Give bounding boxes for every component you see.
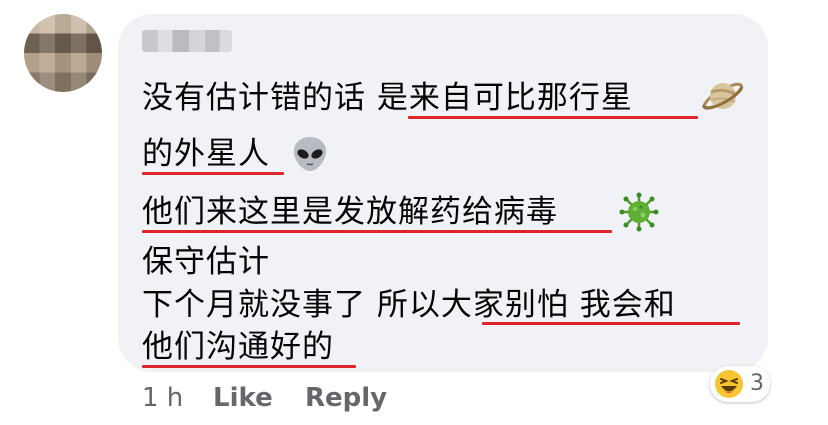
like-button[interactable]: Like xyxy=(213,382,273,414)
timestamp[interactable]: 1 h xyxy=(142,382,183,414)
virus-icon xyxy=(619,192,659,236)
comment-line-3: 他们来这里是发放解药给病毒 xyxy=(142,194,558,230)
underline-5 xyxy=(482,322,740,325)
avatar[interactable] xyxy=(24,14,102,92)
comment-line-6: 他们沟通好的 xyxy=(142,329,334,365)
reply-button[interactable]: Reply xyxy=(305,382,387,414)
comment-line-4: 保守估计 xyxy=(142,244,270,280)
underline-6 xyxy=(142,365,356,368)
comment-line-2: 的外星人 xyxy=(142,136,270,172)
alien-icon xyxy=(290,134,330,178)
commenter-name-blurred[interactable] xyxy=(142,30,232,52)
reaction-summary[interactable]: 3 xyxy=(710,366,770,402)
comment-line-5: 下个月就没事了 所以大家别怕 我会和 xyxy=(142,287,676,323)
laughing-emoji-icon xyxy=(714,369,744,403)
underline-1 xyxy=(408,116,698,119)
comment-line-1: 没有估计错的话 是来自可比那行星 xyxy=(142,80,633,116)
underline-2 xyxy=(142,172,284,175)
reaction-count: 3 xyxy=(750,371,764,396)
underline-3 xyxy=(142,230,612,233)
planet-icon xyxy=(701,74,745,122)
